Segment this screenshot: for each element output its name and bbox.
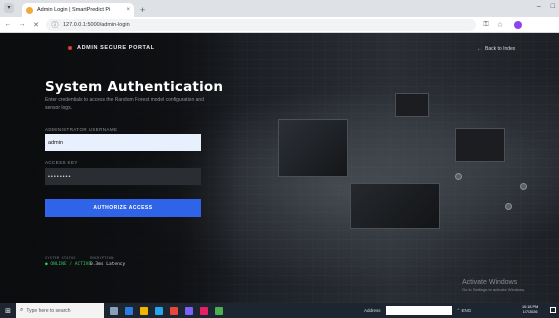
search-icon: ⌕ <box>20 307 24 313</box>
watermark-subtitle: Go to Settings to activate Windows. <box>462 287 526 292</box>
back-icon[interactable]: ← <box>4 21 12 28</box>
access-key-input[interactable] <box>45 168 201 185</box>
tab-close-icon[interactable]: × <box>126 7 130 13</box>
key-icon[interactable]: ⚿ <box>482 21 490 29</box>
taskbar-search[interactable]: ⌕ Type here to search <box>16 303 104 318</box>
browser-tab-bar: ▾ Admin Login | SmartPredict Pi × + – □ <box>0 0 559 17</box>
address-toolbar-label: Address <box>364 308 381 313</box>
forward-icon[interactable]: → <box>18 21 26 28</box>
maximize-icon[interactable]: □ <box>551 3 555 10</box>
site-info-icon[interactable]: ⓘ <box>51 20 59 30</box>
address-bar: ← → ✕ ⓘ 127.0.0.1:5000/admin-login ⚿ ☆ <box>0 17 559 33</box>
username-label: ADMINISTRATOR USERNAME <box>45 127 118 132</box>
minimize-icon[interactable]: – <box>537 3 541 10</box>
tab-title: Admin Login | SmartPredict Pi <box>37 7 111 13</box>
username-input[interactable] <box>45 134 201 151</box>
clock-date: 1/7/2026 <box>522 310 538 314</box>
tray-icons[interactable]: ⌃ ENG <box>457 308 472 314</box>
page-subtitle: Enter credentials to access the Random F… <box>45 97 204 111</box>
system-tray: Address ⌃ ENG <box>364 303 471 318</box>
status-value: ● ONLINE / ACTIVE <box>45 262 92 267</box>
app-icon[interactable] <box>215 306 223 315</box>
cpu-chip-graphic <box>278 119 348 177</box>
app-icon[interactable] <box>185 306 193 315</box>
system-status: SYSTEM STATUS ● ONLINE / ACTIVE <box>45 256 91 267</box>
file-explorer-icon[interactable] <box>140 306 148 315</box>
status-key: SYSTEM STATUS <box>45 256 76 260</box>
brand-label: ADMIN SECURE PORTAL <box>77 45 155 51</box>
favicon-icon <box>26 6 33 14</box>
url-input[interactable]: ⓘ 127.0.0.1:5000/admin-login <box>46 18 476 31</box>
capacitor-graphic <box>520 183 527 190</box>
url-text: 127.0.0.1:5000/admin-login <box>63 21 130 28</box>
taskbar-clock[interactable]: 10:18 PM 1/7/2026 <box>522 305 538 315</box>
chip-graphic <box>350 183 440 229</box>
status-dot-icon <box>68 46 72 50</box>
tab-list-icon[interactable]: ▾ <box>4 3 14 13</box>
task-view-icon[interactable] <box>110 306 118 315</box>
capacitor-graphic <box>455 173 462 180</box>
search-placeholder: Type here to search <box>26 307 71 314</box>
status-key: ENCRYPTION <box>90 256 114 260</box>
window-controls: – □ <box>537 3 555 10</box>
arrow-left-icon: ← <box>477 46 482 52</box>
windows-start-icon[interactable]: ⊞ <box>0 303 16 318</box>
reload-icon[interactable]: ✕ <box>32 21 40 29</box>
new-tab-button[interactable]: + <box>140 5 145 15</box>
portal-brand: ADMIN SECURE PORTAL <box>68 45 155 51</box>
notification-icon[interactable] <box>550 307 556 313</box>
status-value: 0.3ms Latency <box>90 262 126 267</box>
taskbar: ⊞ ⌕ Type here to search Address ⌃ ENG 10… <box>0 303 559 318</box>
activate-windows-watermark: Activate Windows Go to Settings to activ… <box>462 279 525 292</box>
taskbar-apps <box>110 306 223 315</box>
chip-graphic <box>395 93 429 117</box>
star-icon[interactable]: ☆ <box>496 21 504 29</box>
back-to-index-link[interactable]: ← Back to Index <box>477 46 515 52</box>
profile-avatar[interactable] <box>514 20 522 29</box>
capacitor-graphic <box>505 203 512 210</box>
browser-tab[interactable]: Admin Login | SmartPredict Pi × <box>22 3 134 17</box>
edge-icon[interactable] <box>125 306 133 315</box>
page: ADMIN SECURE PORTAL ← Back to Index Syst… <box>0 33 559 303</box>
access-key-label: ACCESS KEY <box>45 160 78 165</box>
authorize-access-button[interactable]: AUTHORIZE ACCESS <box>45 199 201 217</box>
chrome-icon[interactable] <box>170 306 178 315</box>
vscode-icon[interactable] <box>155 306 163 315</box>
address-toolbar-input[interactable] <box>385 306 452 315</box>
app-icon[interactable] <box>200 306 208 315</box>
chip-graphic <box>455 128 505 162</box>
watermark-title: Activate Windows <box>462 279 518 286</box>
encryption-status: ENCRYPTION 0.3ms Latency <box>90 256 125 267</box>
page-title: System Authentication <box>45 79 224 95</box>
back-link-label: Back to Index <box>485 46 516 52</box>
